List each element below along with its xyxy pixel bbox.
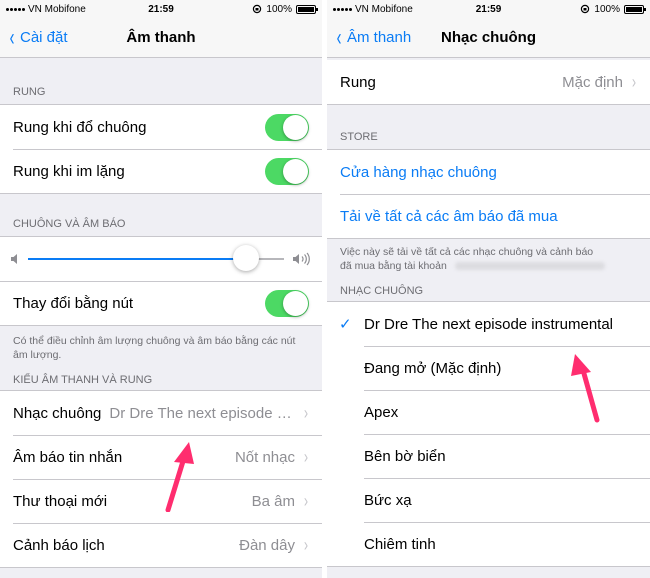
battery-percent: 100%: [266, 3, 292, 15]
status-bar: VN Mobifone 21:59 100%: [0, 0, 322, 18]
battery-icon: [624, 4, 646, 14]
ringtone-item-selected[interactable]: ✓ Dr Dre The next episode instrumental: [327, 302, 650, 346]
section-header-sound-patterns: KIỂU ÂM THANH VÀ RUNG: [13, 374, 153, 386]
row-label: Cảnh báo lịch: [13, 536, 105, 554]
volume-slider[interactable]: [28, 245, 284, 271]
signal-icon: [6, 7, 25, 11]
section-header-rung: RUNG: [13, 86, 46, 98]
row-label: Đang mở (Mặc định): [364, 359, 502, 377]
section-header-ringer: CHUÔNG VÀ ÂM BÁO: [13, 218, 126, 230]
ringtone-store-link[interactable]: Cửa hàng nhạc chuông: [327, 150, 650, 194]
ringtone-item[interactable]: Đang mở (Mặc định): [327, 346, 650, 390]
row-label: Thư thoại mới: [13, 492, 108, 510]
lock-rotation-icon: [252, 4, 262, 14]
back-chevron-icon: ‹: [9, 23, 15, 51]
download-all-purchased-link[interactable]: Tải về tất cả các âm báo đã mua: [327, 194, 650, 238]
row-label: Âm báo tin nhắn: [13, 448, 123, 466]
row-label: Rung: [340, 73, 376, 91]
vibration-row[interactable]: Rung Mặc định ›: [327, 60, 650, 104]
speaker-low-icon: [10, 253, 20, 265]
carrier-label: VN Mobifone: [355, 3, 413, 15]
back-label: Cài đặt: [20, 29, 68, 46]
ringtone-item[interactable]: Bên bờ biển: [327, 434, 650, 478]
status-bar: VN Mobifone 21:59 100%: [327, 0, 650, 18]
sound-patterns-group: Nhạc chuông Dr Dre The next episode in..…: [0, 390, 322, 568]
row-label: Bên bờ biển: [364, 447, 446, 465]
row-label: Rung khi đổ chuông: [13, 118, 147, 136]
battery-percent: 100%: [594, 3, 620, 15]
store-footer-note: Việc này sẽ tải về tất cả các nhạc chuôn…: [327, 239, 650, 279]
row-value: Nốt nhạc: [234, 448, 295, 466]
row-label: Chiêm tinh: [364, 535, 436, 553]
redacted-account: [454, 262, 605, 270]
change-with-buttons-toggle[interactable]: [265, 290, 309, 317]
row-value: Mặc định: [562, 73, 623, 91]
back-chevron-icon: ‹: [336, 23, 342, 51]
row-label: Rung khi im lặng: [13, 162, 125, 180]
row-value: Ba âm: [251, 492, 295, 510]
volume-slider-row: [0, 237, 322, 281]
section-header-store: STORE: [340, 131, 378, 143]
store-note-line1: Việc này sẽ tải về tất cả các nhạc chuôn…: [340, 246, 594, 258]
volume-slider-thumb[interactable]: [232, 245, 259, 271]
row-label: Tải về tất cả các âm báo đã mua: [340, 207, 558, 225]
back-label: Âm thanh: [347, 29, 412, 46]
ringtone-item[interactable]: Bức xạ: [327, 478, 650, 522]
back-button[interactable]: ‹ Cài đặt: [0, 23, 68, 51]
nav-bar: ‹ Cài đặt Âm thanh: [0, 18, 322, 58]
vibrate-on-ring-toggle[interactable]: [265, 113, 309, 141]
settings-sound-screen: VN Mobifone 21:59 100% ‹ Cài đặt Âm than…: [0, 0, 322, 578]
signal-icon: [333, 7, 352, 11]
store-note-line2: đã mua bằng tài khoản: [340, 260, 447, 272]
section-header-ringtones: NHẠC CHUÔNG: [340, 285, 424, 297]
row-label: Nhạc chuông: [13, 404, 102, 422]
new-voicemail-row[interactable]: Thư thoại mới Ba âm ›: [0, 479, 322, 523]
checkmark-icon: ✓: [339, 316, 352, 333]
row-value: Dr Dre The next episode in...: [109, 404, 295, 422]
ringtone-screen: VN Mobifone 21:59 100% ‹ Âm thanh Nhạc c…: [327, 0, 650, 578]
row-label: Cửa hàng nhạc chuông: [340, 163, 497, 181]
chevron-right-icon: ›: [631, 71, 637, 92]
vibrate-on-silent-toggle[interactable]: [265, 157, 309, 185]
nav-bar: ‹ Âm thanh Nhạc chuông: [327, 18, 650, 58]
rung-group: Rung khi đổ chuông Rung khi im lặng: [0, 104, 322, 194]
battery-icon: [296, 4, 318, 14]
row-label: Dr Dre The next episode instrumental: [364, 315, 614, 333]
vibrate-on-ring-row: Rung khi đổ chuông: [0, 105, 322, 149]
chevron-right-icon: ›: [303, 402, 309, 423]
chevron-right-icon: ›: [303, 446, 309, 467]
speaker-high-icon: [292, 252, 312, 266]
row-label: Apex: [364, 403, 399, 421]
text-tone-row[interactable]: Âm báo tin nhắn Nốt nhạc ›: [0, 435, 322, 479]
vibrate-on-silent-row: Rung khi im lặng: [0, 149, 322, 193]
chevron-right-icon: ›: [303, 534, 309, 555]
volume-footer-note: Có thể điều chỉnh âm lượng chuông và âm …: [13, 335, 296, 361]
row-label: Bức xạ: [364, 491, 412, 509]
back-button[interactable]: ‹ Âm thanh: [327, 23, 412, 51]
carrier-label: VN Mobifone: [28, 3, 86, 15]
ringtone-item[interactable]: Chiêm tinh: [327, 522, 650, 566]
ringtone-row[interactable]: Nhạc chuông Dr Dre The next episode in..…: [0, 391, 322, 435]
row-label: Thay đổi bằng nút: [13, 295, 134, 312]
change-with-buttons-row: Thay đổi bằng nút: [0, 281, 322, 325]
ringtone-item[interactable]: Apex: [327, 390, 650, 434]
store-group: Cửa hàng nhạc chuông Tải về tất cả các â…: [327, 149, 650, 239]
lock-rotation-icon: [580, 4, 590, 14]
ringer-group: Thay đổi bằng nút: [0, 236, 322, 326]
chevron-right-icon: ›: [303, 490, 309, 511]
ringtone-list: ✓ Dr Dre The next episode instrumental Đ…: [327, 301, 650, 567]
vibration-group: Rung Mặc định ›: [327, 60, 650, 105]
calendar-alerts-row[interactable]: Cảnh báo lịch Đàn dây ›: [0, 523, 322, 567]
row-value: Đàn dây: [239, 536, 295, 554]
